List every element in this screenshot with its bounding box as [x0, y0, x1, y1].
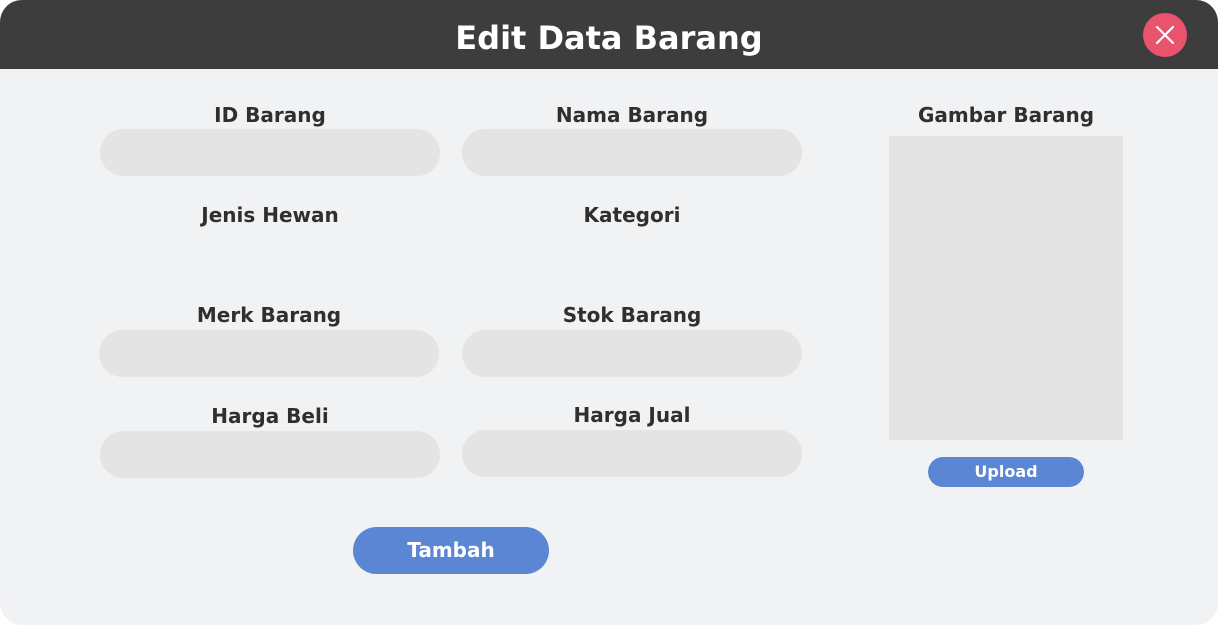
id-barang-input[interactable] — [100, 129, 440, 176]
harga-jual-input[interactable] — [462, 430, 802, 477]
harga-jual-label: Harga Jual — [573, 403, 691, 427]
close-icon — [1155, 25, 1175, 45]
merk-barang-input[interactable] — [99, 330, 439, 377]
merk-barang-label: Merk Barang — [196, 303, 342, 327]
kategori-label: Kategori — [583, 203, 681, 227]
tambah-button[interactable]: Tambah — [353, 527, 549, 574]
nama-barang-label: Nama Barang — [555, 103, 709, 127]
harga-beli-input[interactable] — [100, 431, 440, 478]
upload-button[interactable]: Upload — [928, 457, 1084, 487]
jenis-hewan-label: Jenis Hewan — [201, 203, 339, 227]
image-preview[interactable] — [889, 136, 1123, 440]
stok-barang-label: Stok Barang — [562, 303, 702, 327]
stok-barang-input[interactable] — [462, 330, 802, 377]
dialog-title: Edit Data Barang — [455, 19, 763, 57]
nama-barang-input[interactable] — [462, 129, 802, 176]
gambar-barang-label: Gambar Barang — [917, 103, 1095, 127]
close-button[interactable] — [1143, 13, 1187, 57]
edit-item-dialog: Edit Data Barang ID Barang Nama Barang J… — [0, 0, 1218, 625]
id-barang-label: ID Barang — [214, 103, 326, 127]
harga-beli-label: Harga Beli — [211, 404, 329, 428]
